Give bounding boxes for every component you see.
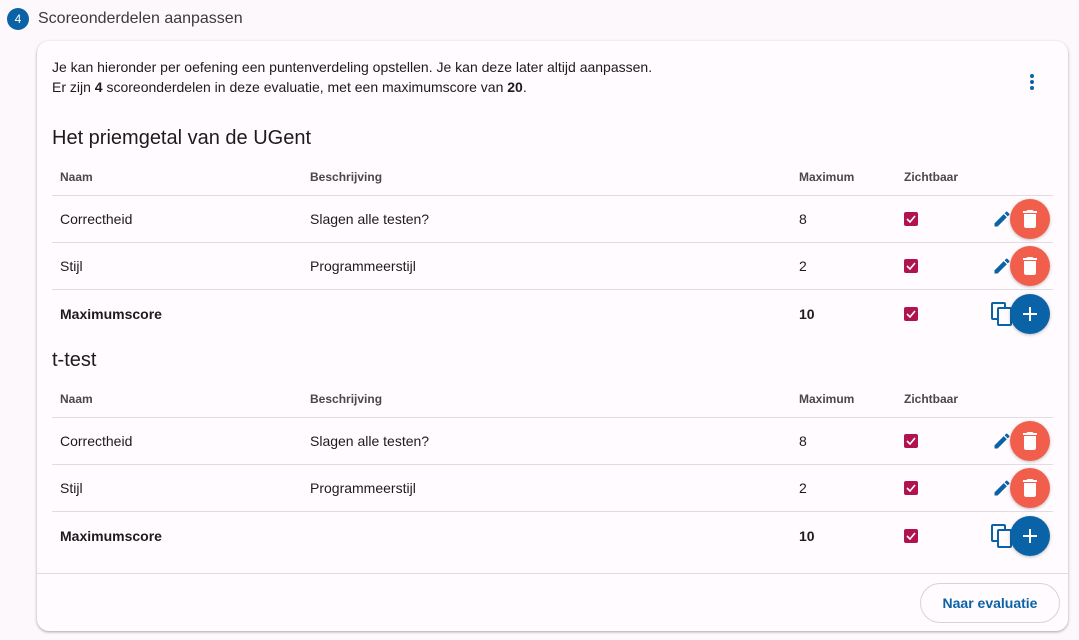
check-icon (906, 531, 916, 540)
score-item-count: 4 (94, 79, 103, 95)
column-header-maximum: Maximum (799, 392, 855, 406)
intro-suffix: . (522, 79, 527, 95)
exercise-title: t-test (52, 349, 97, 371)
step-number-badge: 4 (7, 8, 29, 30)
add-score-item-button[interactable] (1010, 293, 1050, 334)
footer-divider (37, 573, 1068, 574)
pencil-icon (994, 480, 1010, 496)
score-item-description: Programmeerstijl (310, 258, 416, 274)
column-header-visible: Zichtbaar (904, 392, 959, 406)
total-maximum: 10 (799, 305, 815, 322)
visible-checkbox[interactable] (904, 481, 918, 495)
check-icon (906, 309, 916, 318)
visible-checkbox[interactable] (904, 212, 918, 226)
score-items-card: Je kan hieronder per oefening een punten… (37, 41, 1068, 631)
total-maximum: 10 (799, 527, 815, 544)
score-item-maximum: 8 (799, 211, 807, 227)
visible-checkbox[interactable] (904, 306, 918, 321)
intro-line-1: Je kan hieronder per oefening een punten… (52, 59, 653, 75)
table-total-row: Maximumscore 10 (52, 512, 1053, 559)
table-header-row: Naam Beschrijving Maximum Zichtbaar (52, 381, 1053, 418)
delete-button[interactable] (1010, 421, 1050, 461)
trash-icon (1023, 210, 1037, 228)
more-vertical-icon (1030, 74, 1034, 90)
table-row: Correctheid Slagen alle testen? 8 (52, 196, 1053, 243)
table-row: Correctheid Slagen alle testen? 8 (52, 418, 1053, 465)
score-item-description: Slagen alle testen? (310, 433, 430, 449)
column-header-maximum: Maximum (799, 170, 855, 184)
pencil-icon (994, 258, 1010, 274)
check-icon (906, 215, 916, 223)
score-item-description: Programmeerstijl (310, 480, 416, 496)
step-header: 4 Scoreonderdelen aanpassen (7, 7, 243, 31)
total-label: Maximumscore (60, 305, 162, 322)
column-header-visible: Zichtbaar (904, 170, 959, 184)
score-items-table: Naam Beschrijving Maximum Zichtbaar Corr… (52, 381, 1053, 559)
table-row: Stijl Programmeerstijl 2 (52, 243, 1053, 290)
column-header-description: Beschrijving (310, 392, 383, 406)
pencil-icon (994, 433, 1010, 449)
add-score-item-button[interactable] (1010, 515, 1050, 556)
score-item-maximum: 2 (799, 480, 807, 496)
trash-icon (1023, 479, 1037, 497)
column-header-description: Beschrijving (310, 170, 383, 184)
more-options-button[interactable] (1017, 67, 1047, 97)
pencil-icon (994, 211, 1010, 227)
exercise-title: Het priemgetal van de UGent (52, 127, 312, 149)
score-item-name: Correctheid (60, 433, 133, 449)
intro-text: Je kan hieronder per oefening een punten… (52, 57, 652, 97)
intro-middle: scoreonderdelen in deze evaluatie, met e… (102, 79, 508, 95)
check-icon (906, 262, 916, 270)
table-header-row: Naam Beschrijving Maximum Zichtbaar (52, 159, 1053, 196)
go-to-evaluation-button[interactable]: Naar evaluatie (920, 583, 1060, 623)
visible-checkbox[interactable] (904, 259, 918, 273)
plus-icon (1023, 306, 1037, 321)
delete-button[interactable] (1010, 199, 1050, 239)
delete-button[interactable] (1010, 246, 1050, 286)
intro-line-2: Er zijn 4 scoreonderdelen in deze evalua… (52, 77, 652, 97)
step-title: Scoreonderdelen aanpassen (38, 10, 243, 27)
score-item-name: Correctheid (60, 211, 133, 227)
check-icon (906, 437, 916, 445)
trash-icon (1023, 432, 1037, 450)
check-icon (906, 484, 916, 492)
score-item-name: Stijl (60, 258, 83, 274)
column-header-name: Naam (60, 170, 93, 184)
score-item-maximum: 2 (799, 258, 807, 274)
total-label: Maximumscore (60, 527, 162, 544)
plus-icon (1023, 528, 1037, 543)
delete-button[interactable] (1010, 468, 1050, 508)
table-row: Stijl Programmeerstijl 2 (52, 465, 1053, 512)
score-items-table: Naam Beschrijving Maximum Zichtbaar Corr… (52, 159, 1053, 337)
table-total-row: Maximumscore 10 (52, 290, 1053, 337)
intro-prefix: Er zijn (52, 79, 95, 95)
column-header-name: Naam (60, 392, 93, 406)
score-item-maximum: 8 (799, 433, 807, 449)
score-item-name: Stijl (60, 480, 83, 496)
visible-checkbox[interactable] (904, 528, 918, 543)
visible-checkbox[interactable] (904, 434, 918, 448)
evaluation-max-score: 20 (507, 79, 523, 95)
score-item-description: Slagen alle testen? (310, 211, 430, 227)
trash-icon (1023, 257, 1037, 275)
